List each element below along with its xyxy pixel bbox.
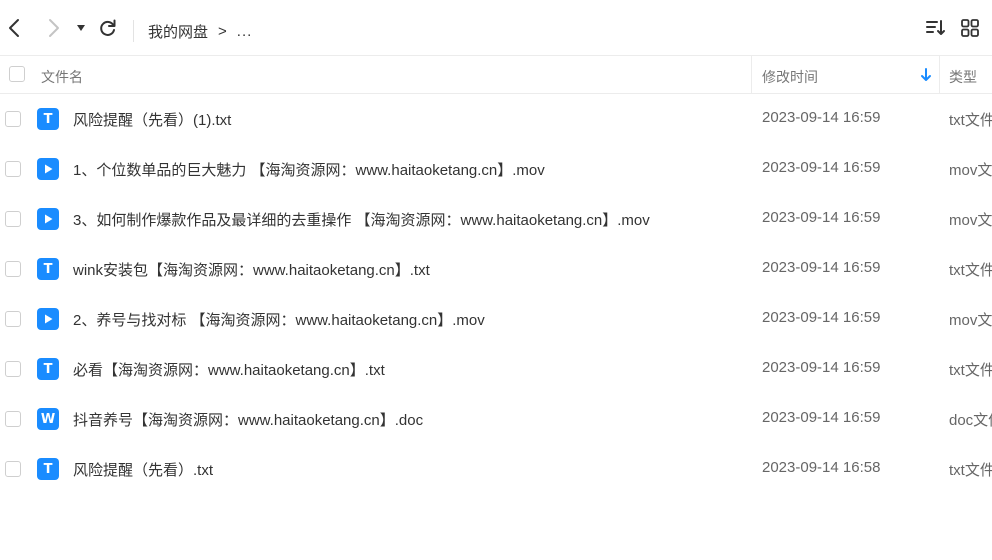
select-all-checkbox[interactable]	[9, 66, 25, 82]
file-list: T 风险提醒（先看）(1).txt 2023-09-14 16:59 txt文件 1、个…	[0, 94, 992, 494]
file-type: mov文件	[949, 312, 992, 329]
back-button[interactable]	[3, 16, 27, 40]
row-checkbox[interactable]	[5, 261, 21, 277]
file-type: doc文件	[949, 412, 992, 429]
file-modified-time: 2023-09-14 16:59	[762, 309, 881, 326]
sort-down-arrow-icon[interactable]	[919, 67, 933, 83]
sort-list-icon	[926, 20, 945, 35]
column-divider[interactable]	[939, 56, 940, 94]
video-file-icon	[37, 208, 59, 230]
grid-view-icon	[961, 19, 979, 37]
row-checkbox[interactable]	[5, 211, 21, 227]
file-row[interactable]: Twink安装包【海淘资源网：www.haitaoketang.cn】.txt 2…	[0, 244, 992, 294]
refresh-icon	[100, 19, 116, 36]
sort-menu-button[interactable]	[923, 16, 947, 40]
chevron-left-icon	[9, 19, 19, 37]
file-row[interactable]: 1、个位数单品的巨大魅力 【海淘资源网：www.haitaoketang.cn】…	[0, 144, 992, 194]
video-file-icon	[37, 158, 59, 180]
file-icon-letter: T	[43, 461, 53, 477]
video-file-icon	[37, 308, 59, 330]
file-icon-letter: T	[43, 261, 53, 277]
row-checkbox[interactable]	[5, 161, 21, 177]
breadcrumb: 我的网盘 > ...	[148, 20, 252, 42]
text-file-icon: T	[37, 358, 59, 380]
file-name[interactable]: 风险提醒（先看）(1).txt	[73, 109, 231, 130]
row-checkbox[interactable]	[5, 411, 21, 427]
file-type: mov文件	[949, 212, 992, 229]
file-icon-letter: T	[43, 111, 53, 127]
file-type: txt文件	[949, 362, 992, 379]
history-dropdown-button[interactable]	[70, 16, 92, 40]
file-row[interactable]: 3、如何制作爆款作品及最详细的去重操作 【海淘资源网：www.haitaoket…	[0, 194, 992, 244]
file-name[interactable]: 2、养号与找对标 【海淘资源网：www.haitaoketang.cn】.mov	[73, 309, 485, 330]
file-row[interactable]: T 风险提醒（先看）.txt 2023-09-14 16:58 txt文件	[0, 444, 992, 494]
row-checkbox[interactable]	[5, 461, 21, 477]
caret-down-icon	[77, 25, 85, 31]
row-checkbox[interactable]	[5, 111, 21, 127]
text-file-icon: T	[37, 458, 59, 480]
column-header-name[interactable]: 文件名	[41, 67, 83, 87]
toolbar: 我的网盘 > ...	[0, 0, 992, 56]
chevron-right-icon	[49, 19, 59, 37]
row-checkbox[interactable]	[5, 361, 21, 377]
file-modified-time: 2023-09-14 16:58	[762, 459, 881, 476]
refresh-button[interactable]	[96, 16, 120, 40]
file-name[interactable]: wink安装包【海淘资源网：www.haitaoketang.cn】.txt	[73, 259, 430, 280]
breadcrumb-separator: >	[218, 22, 227, 40]
word-file-icon: W	[37, 408, 59, 430]
file-type: txt文件	[949, 262, 992, 279]
file-name[interactable]: 3、如何制作爆款作品及最详细的去重操作 【海淘资源网：www.haitaoket…	[73, 209, 650, 230]
file-row[interactable]: T 风险提醒（先看）(1).txt 2023-09-14 16:59 txt文件	[0, 94, 992, 144]
column-divider[interactable]	[751, 56, 752, 94]
file-icon-letter: W	[40, 411, 56, 427]
file-type: txt文件	[949, 462, 992, 479]
file-modified-time: 2023-09-14 16:59	[762, 259, 881, 276]
table-header: 文件名 修改时间 类型	[0, 56, 992, 94]
file-type: txt文件	[949, 112, 992, 129]
file-modified-time: 2023-09-14 16:59	[762, 409, 881, 426]
file-modified-time: 2023-09-14 16:59	[762, 159, 881, 176]
file-modified-time: 2023-09-14 16:59	[762, 109, 881, 126]
text-file-icon: T	[37, 258, 59, 280]
forward-button[interactable]	[41, 16, 65, 40]
file-modified-time: 2023-09-14 16:59	[762, 359, 881, 376]
grid-view-button[interactable]	[958, 16, 982, 40]
file-name[interactable]: 1、个位数单品的巨大魅力 【海淘资源网：www.haitaoketang.cn】…	[73, 159, 545, 180]
file-name[interactable]: 必看【海淘资源网：www.haitaoketang.cn】.txt	[73, 359, 385, 380]
row-checkbox[interactable]	[5, 311, 21, 327]
text-file-icon: T	[37, 108, 59, 130]
file-name[interactable]: 风险提醒（先看）.txt	[73, 459, 213, 480]
column-header-type[interactable]: 类型	[949, 67, 977, 87]
file-modified-time: 2023-09-14 16:59	[762, 209, 881, 226]
file-type: mov文件	[949, 162, 992, 179]
column-header-modified[interactable]: 修改时间	[762, 67, 818, 87]
file-icon-letter: T	[43, 361, 53, 377]
file-row[interactable]: T 必看【海淘资源网：www.haitaoketang.cn】.txt 2023-0…	[0, 344, 992, 394]
file-row[interactable]: W 抖音养号【海淘资源网：www.haitaoketang.cn】.doc 2023…	[0, 394, 992, 444]
file-row[interactable]: 2、养号与找对标 【海淘资源网：www.haitaoketang.cn】.mov…	[0, 294, 992, 344]
file-name[interactable]: 抖音养号【海淘资源网：www.haitaoketang.cn】.doc	[73, 409, 423, 430]
breadcrumb-root[interactable]: 我的网盘	[148, 21, 208, 42]
breadcrumb-more[interactable]: ...	[237, 23, 253, 40]
toolbar-divider	[133, 20, 134, 42]
